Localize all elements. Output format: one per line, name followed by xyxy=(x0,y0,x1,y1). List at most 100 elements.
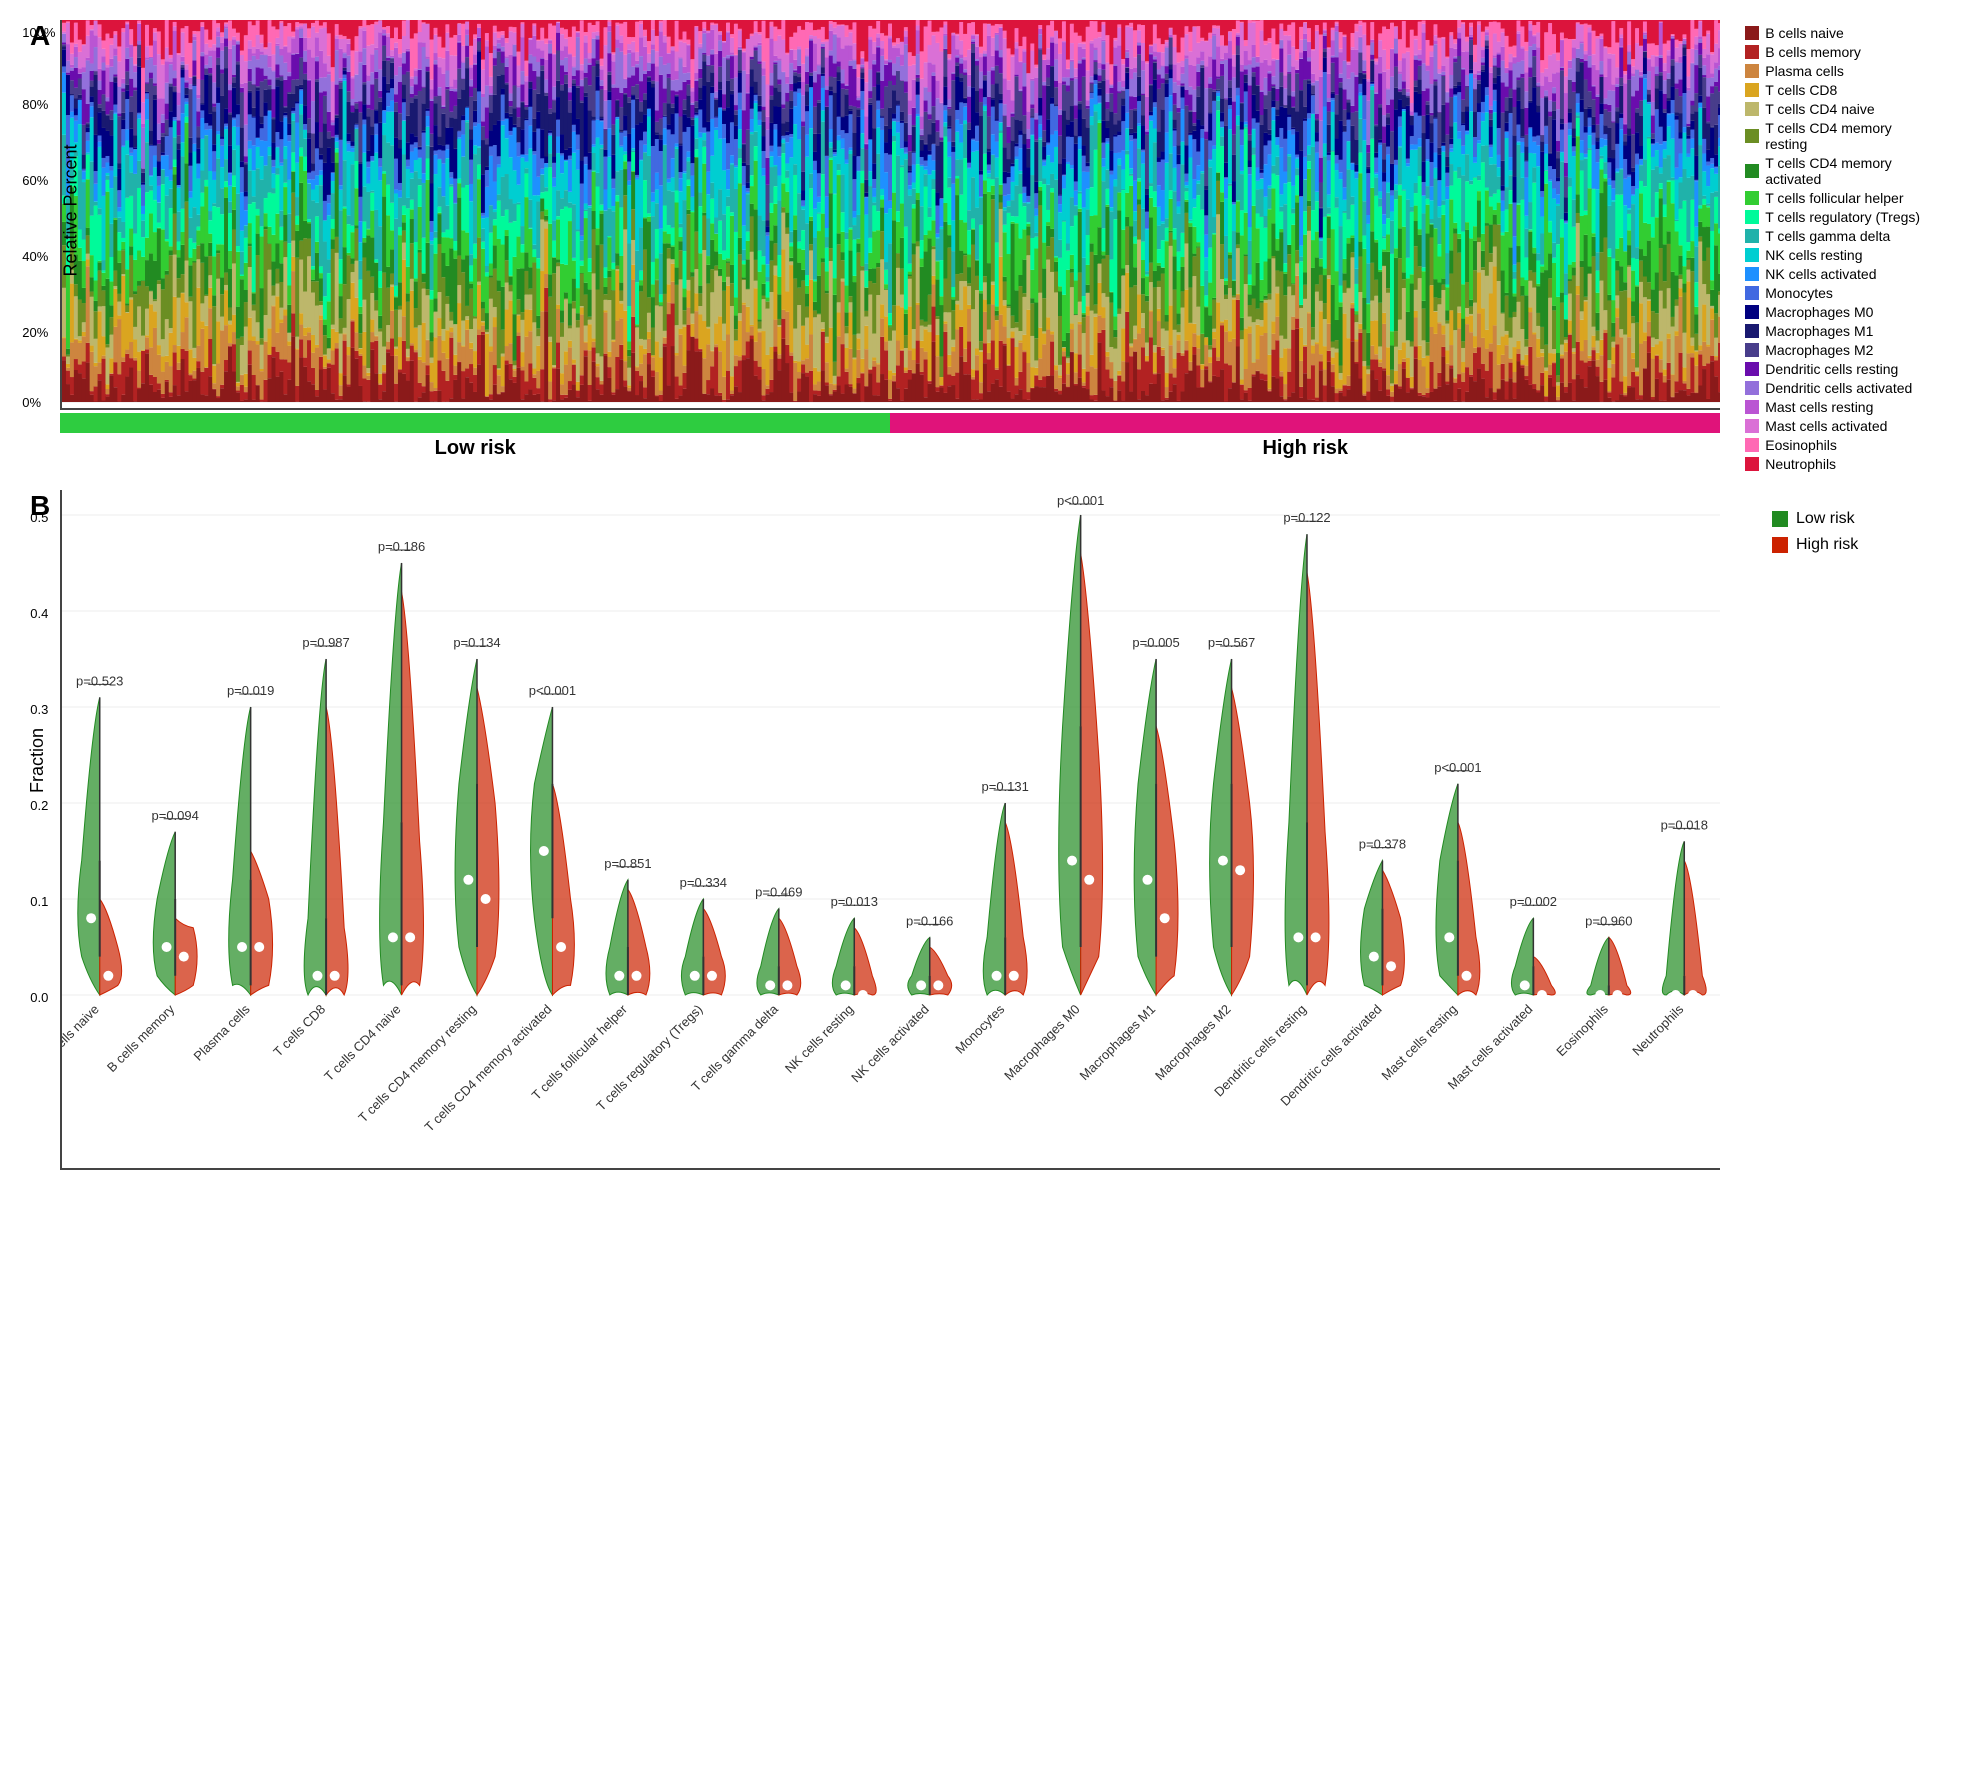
violin-red xyxy=(1534,957,1556,995)
violin-green xyxy=(1059,515,1081,995)
legend-a-label: Mast cells resting xyxy=(1765,399,1873,415)
panel-b-y-axis-label: Fraction xyxy=(27,728,48,793)
p-value-text: p=0.334 xyxy=(680,875,727,890)
median-dot-red xyxy=(1084,875,1094,885)
low-risk-bar xyxy=(60,413,890,433)
p-value-text: p=0.567 xyxy=(1208,635,1255,650)
violin-red xyxy=(1383,870,1405,995)
violin-red xyxy=(855,928,877,995)
p-value-text: p=0.019 xyxy=(227,683,274,698)
p-value-text: p=0.166 xyxy=(906,913,953,928)
legend-b-high-risk-label: High risk xyxy=(1796,536,1858,554)
violin-green xyxy=(1663,841,1685,995)
median-dot-green xyxy=(1445,932,1455,942)
violin-green xyxy=(229,707,251,995)
legend-a-item: Macrophages M2 xyxy=(1745,342,1932,358)
legend-a-color xyxy=(1745,248,1759,262)
legend-a-color xyxy=(1745,102,1759,116)
legend-b-low-risk: Low risk xyxy=(1772,510,1932,528)
legend-a-color xyxy=(1745,191,1759,205)
legend-a-color xyxy=(1745,286,1759,300)
x-axis-label: B cells naive xyxy=(60,1002,102,1064)
violin-green xyxy=(1361,861,1383,995)
legend-a-item: NK cells resting xyxy=(1745,247,1932,263)
legend-a-item: Dendritic cells resting xyxy=(1745,361,1932,377)
y-tick-b-05: 0.5 xyxy=(30,510,48,525)
x-axis-label: Neutrophils xyxy=(1630,1001,1687,1058)
legend-a-label: Macrophages M2 xyxy=(1765,342,1873,358)
legend-a-item: T cells gamma delta xyxy=(1745,228,1932,244)
legend-a-label: NK cells resting xyxy=(1765,247,1862,263)
violin-green xyxy=(682,899,704,995)
legend-a-label: B cells naive xyxy=(1765,25,1844,41)
p-value-text: p=0.851 xyxy=(604,856,651,871)
x-axis-label: Mast cells resting xyxy=(1379,1002,1461,1084)
legend-a-label: Monocytes xyxy=(1765,285,1833,301)
violin-red xyxy=(1232,688,1254,995)
legend-a-label: T cells CD8 xyxy=(1765,82,1837,98)
legend-a-color xyxy=(1745,229,1759,243)
legend-a-item: Neutrophils xyxy=(1745,456,1932,472)
legend-a-color xyxy=(1745,438,1759,452)
p-value-text: p=0.131 xyxy=(982,779,1029,794)
legend-a-color xyxy=(1745,381,1759,395)
legend-a-label: T cells CD4 memory activated xyxy=(1765,155,1932,187)
median-dot-red xyxy=(481,894,491,904)
legend-a-label: Macrophages M1 xyxy=(1765,323,1873,339)
median-dot-red xyxy=(1613,990,1623,1000)
median-dot-green xyxy=(162,942,172,952)
violin-red xyxy=(1156,726,1178,995)
legend-a-item: T cells follicular helper xyxy=(1745,190,1932,206)
median-dot-red xyxy=(1386,961,1396,971)
median-dot-green xyxy=(237,942,247,952)
median-dot-green xyxy=(1595,990,1605,1000)
median-dot-red xyxy=(1160,913,1170,923)
risk-labels: Low risk High risk xyxy=(60,437,1720,460)
legend-a-item: Macrophages M0 xyxy=(1745,304,1932,320)
p-value-text: p=0.122 xyxy=(1284,510,1331,525)
legend-a-color xyxy=(1745,419,1759,433)
legend-a-item: Dendritic cells activated xyxy=(1745,380,1932,396)
violin-red xyxy=(1307,573,1329,995)
median-dot-red xyxy=(783,980,793,990)
legend-a-item: Macrophages M1 xyxy=(1745,323,1932,339)
x-axis-label: Macrophages M0 xyxy=(1001,1002,1083,1084)
median-dot-green xyxy=(1067,856,1077,866)
violin-red xyxy=(1685,861,1707,995)
violin-green xyxy=(304,659,326,995)
y-tick-60: 60% xyxy=(22,173,48,188)
violin-red xyxy=(251,851,273,995)
y-tick-100: 100% xyxy=(22,25,55,40)
violin-green xyxy=(380,563,402,995)
legend-b: Low risk High risk xyxy=(1752,490,1932,554)
legend-a-label: T cells regulatory (Tregs) xyxy=(1765,209,1920,225)
violin-green xyxy=(1210,659,1232,995)
legend-a-color xyxy=(1745,305,1759,319)
risk-color-bar xyxy=(60,413,1720,433)
x-axis-label: Macrophages M2 xyxy=(1152,1002,1234,1084)
p-value-text: p=0.960 xyxy=(1585,913,1632,928)
figure-container: A Relative Percent 100% 80% 60% 40% 20% … xyxy=(0,0,1962,1190)
legend-a-item: B cells naive xyxy=(1745,25,1932,41)
legend-a-item: B cells memory xyxy=(1745,44,1932,60)
median-dot-green xyxy=(1294,932,1304,942)
median-dot-green xyxy=(1143,875,1153,885)
median-dot-red xyxy=(707,971,717,981)
median-dot-red xyxy=(1311,932,1321,942)
median-dot-green xyxy=(765,980,775,990)
median-dot-green xyxy=(388,932,398,942)
violin-red xyxy=(477,688,499,995)
median-dot-red xyxy=(556,942,566,952)
legend-a-color xyxy=(1745,64,1759,78)
violin-green xyxy=(153,832,175,995)
legend-a-label: Eosinophils xyxy=(1765,437,1837,453)
p-value-text: p<0.001 xyxy=(1434,760,1481,775)
legend-a-label: T cells CD4 memory resting xyxy=(1765,120,1932,152)
p-value-text: p=0.002 xyxy=(1510,894,1557,909)
median-dot-green xyxy=(86,913,96,923)
median-dot-red xyxy=(1688,990,1698,1000)
legend-a-color xyxy=(1745,267,1759,281)
panel-a-y-axis-label: Relative Percent xyxy=(61,144,82,276)
x-axis-label: B cells memory xyxy=(104,1001,178,1075)
y-tick-b-03: 0.3 xyxy=(30,702,48,717)
